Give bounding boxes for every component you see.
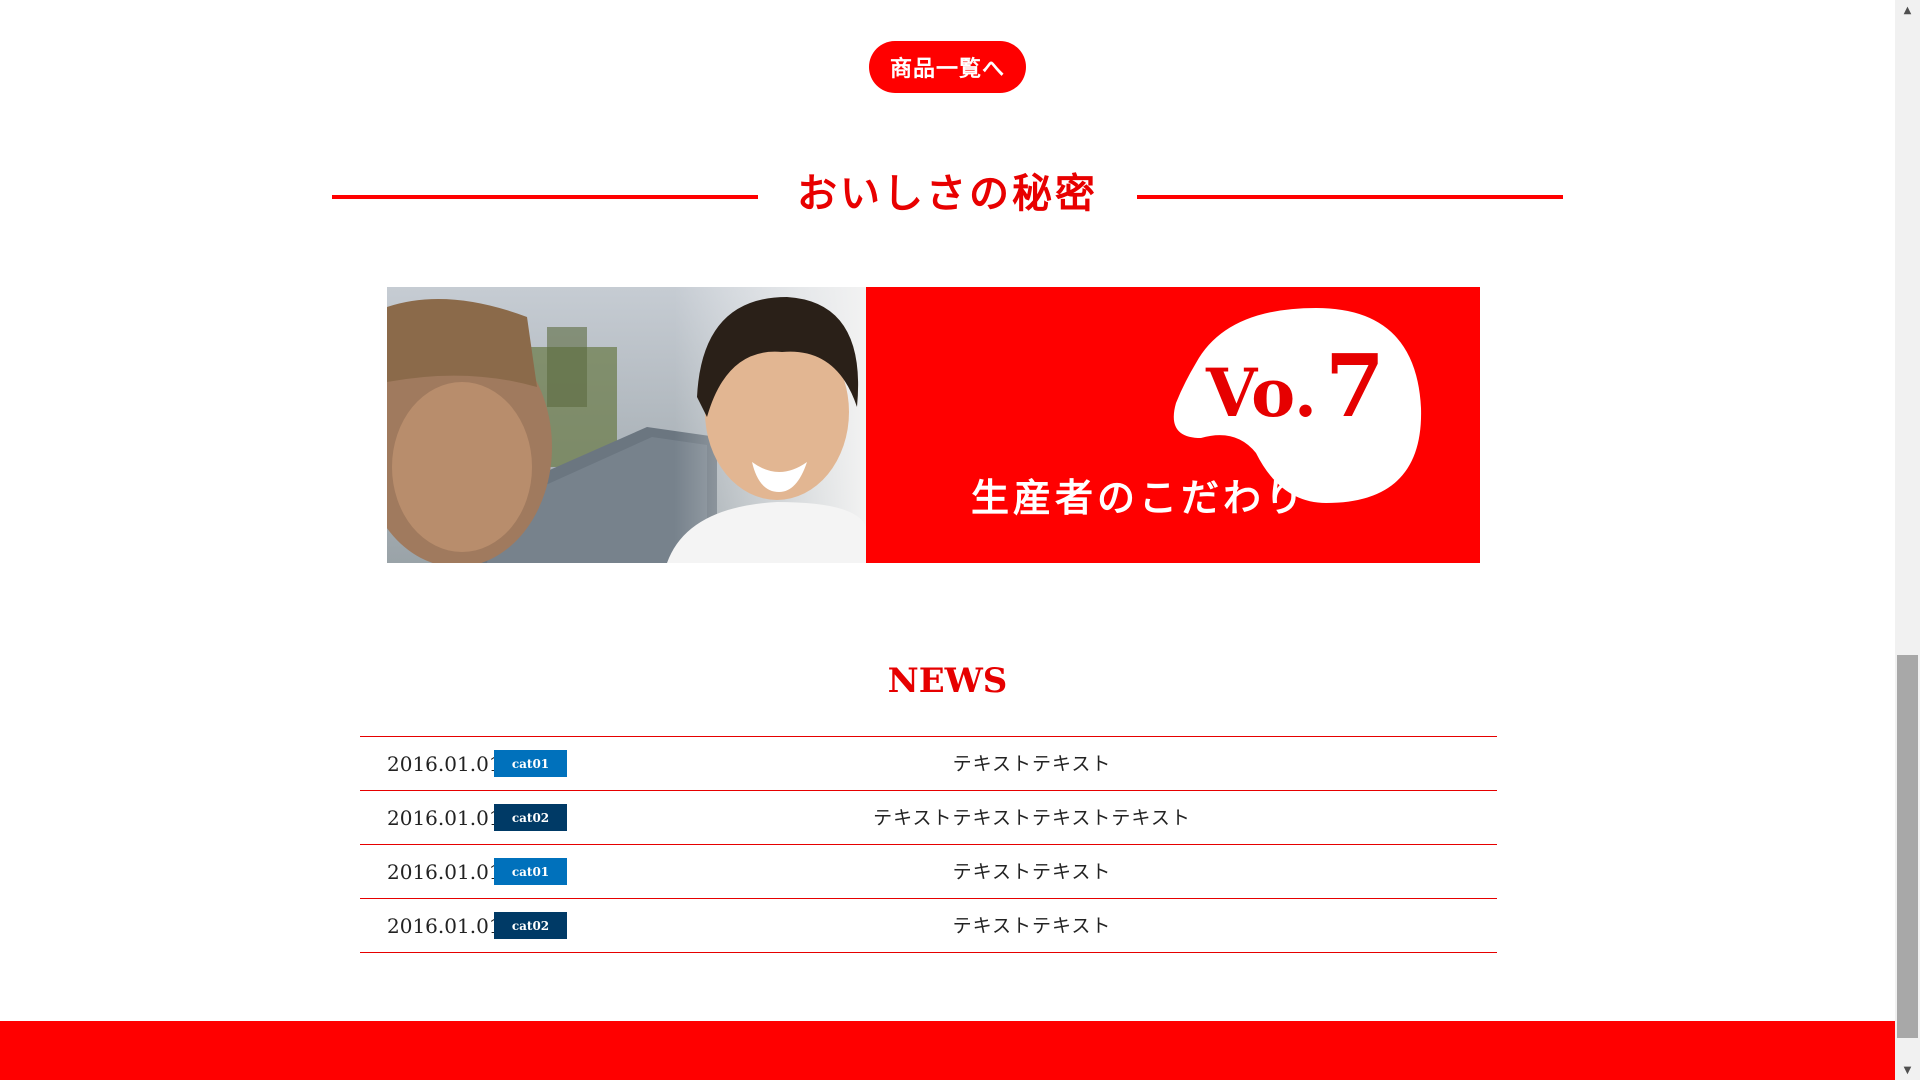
scroll-up-arrow-icon[interactable]: ▲ bbox=[1895, 0, 1920, 20]
product-list-button[interactable]: 商品一覧へ bbox=[869, 41, 1026, 93]
scrollbar-thumb[interactable] bbox=[1897, 655, 1918, 1038]
scroll-down-arrow-icon[interactable]: ▼ bbox=[1895, 1060, 1920, 1080]
news-text[interactable]: テキストテキスト bbox=[567, 912, 1497, 940]
page: 商品一覧へ おいしさの秘密 Vo.7 生産者のこだわり NEWS 2016.01… bbox=[0, 0, 1920, 1080]
news-date: 2016.01.01 bbox=[387, 806, 502, 830]
banner-caption: 生産者のこだわり bbox=[971, 475, 1308, 520]
news-category-badge[interactable]: cat01 bbox=[494, 858, 567, 885]
news-text[interactable]: テキストテキスト bbox=[567, 750, 1497, 778]
volume-label: Vo.7 bbox=[1206, 344, 1385, 433]
news-item[interactable]: 2016.01.01 cat01 テキストテキスト bbox=[360, 737, 1497, 791]
news-category-badge[interactable]: cat02 bbox=[494, 912, 567, 939]
news-category-badge[interactable]: cat01 bbox=[494, 750, 567, 777]
section-divider-right bbox=[1137, 195, 1563, 199]
news-list: 2016.01.01 cat01 テキストテキスト 2016.01.01 cat… bbox=[360, 736, 1497, 953]
news-date: 2016.01.01 bbox=[387, 914, 502, 938]
footer-bar bbox=[0, 1021, 1895, 1080]
main-content: 商品一覧へ おいしさの秘密 Vo.7 生産者のこだわり NEWS 2016.01… bbox=[0, 0, 1895, 1080]
banner-red-panel: Vo.7 生産者のこだわり bbox=[866, 287, 1480, 563]
producer-banner[interactable]: Vo.7 生産者のこだわり bbox=[387, 287, 1480, 563]
product-list-button-label: 商品一覧へ bbox=[889, 56, 1005, 82]
news-date: 2016.01.01 bbox=[387, 752, 502, 776]
vertical-scrollbar[interactable]: ▲ ▼ bbox=[1895, 0, 1920, 1080]
news-text[interactable]: テキストテキストテキストテキスト bbox=[567, 804, 1497, 832]
news-item[interactable]: 2016.01.01 cat01 テキストテキスト bbox=[360, 845, 1497, 899]
volume-prefix: Vo. bbox=[1206, 354, 1317, 432]
section-divider-left bbox=[332, 195, 758, 199]
volume-number: 7 bbox=[1325, 336, 1385, 437]
news-date: 2016.01.01 bbox=[387, 860, 502, 884]
news-heading: NEWS bbox=[887, 661, 1008, 701]
news-item[interactable]: 2016.01.01 cat02 テキストテキスト bbox=[360, 899, 1497, 953]
producers-photo bbox=[387, 287, 866, 563]
news-category-badge[interactable]: cat02 bbox=[494, 804, 567, 831]
news-text[interactable]: テキストテキスト bbox=[567, 858, 1497, 886]
section-title: おいしさの秘密 bbox=[797, 170, 1098, 217]
news-item[interactable]: 2016.01.01 cat02 テキストテキストテキストテキスト bbox=[360, 791, 1497, 845]
